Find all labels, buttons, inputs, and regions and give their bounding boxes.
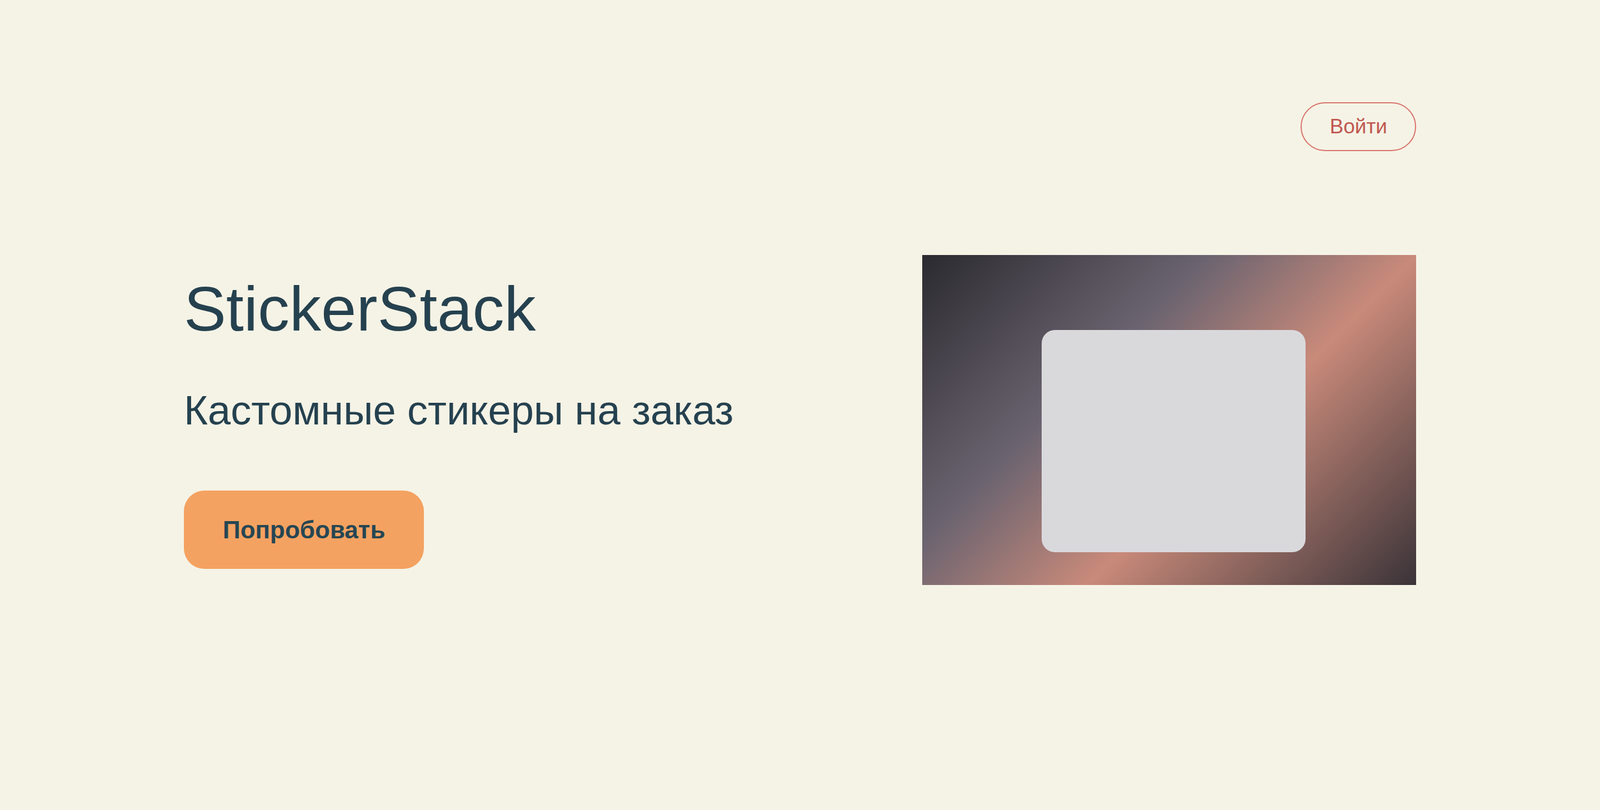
page: Войти StickerStack Кастомные стикеры на …	[0, 0, 1600, 810]
hero-text: StickerStack Кастомные стикеры на заказ …	[183, 271, 734, 570]
try-button[interactable]: Попробовать	[183, 490, 424, 569]
header: Войти	[183, 102, 1417, 152]
hero-photo	[922, 255, 1417, 585]
hero-title: StickerStack	[183, 271, 537, 348]
login-button[interactable]: Войти	[1300, 102, 1417, 152]
hero-subtitle: Кастомные стикеры на заказ	[183, 386, 734, 436]
laptop-shape	[1041, 330, 1306, 553]
hero: StickerStack Кастомные стикеры на заказ …	[183, 255, 1417, 585]
